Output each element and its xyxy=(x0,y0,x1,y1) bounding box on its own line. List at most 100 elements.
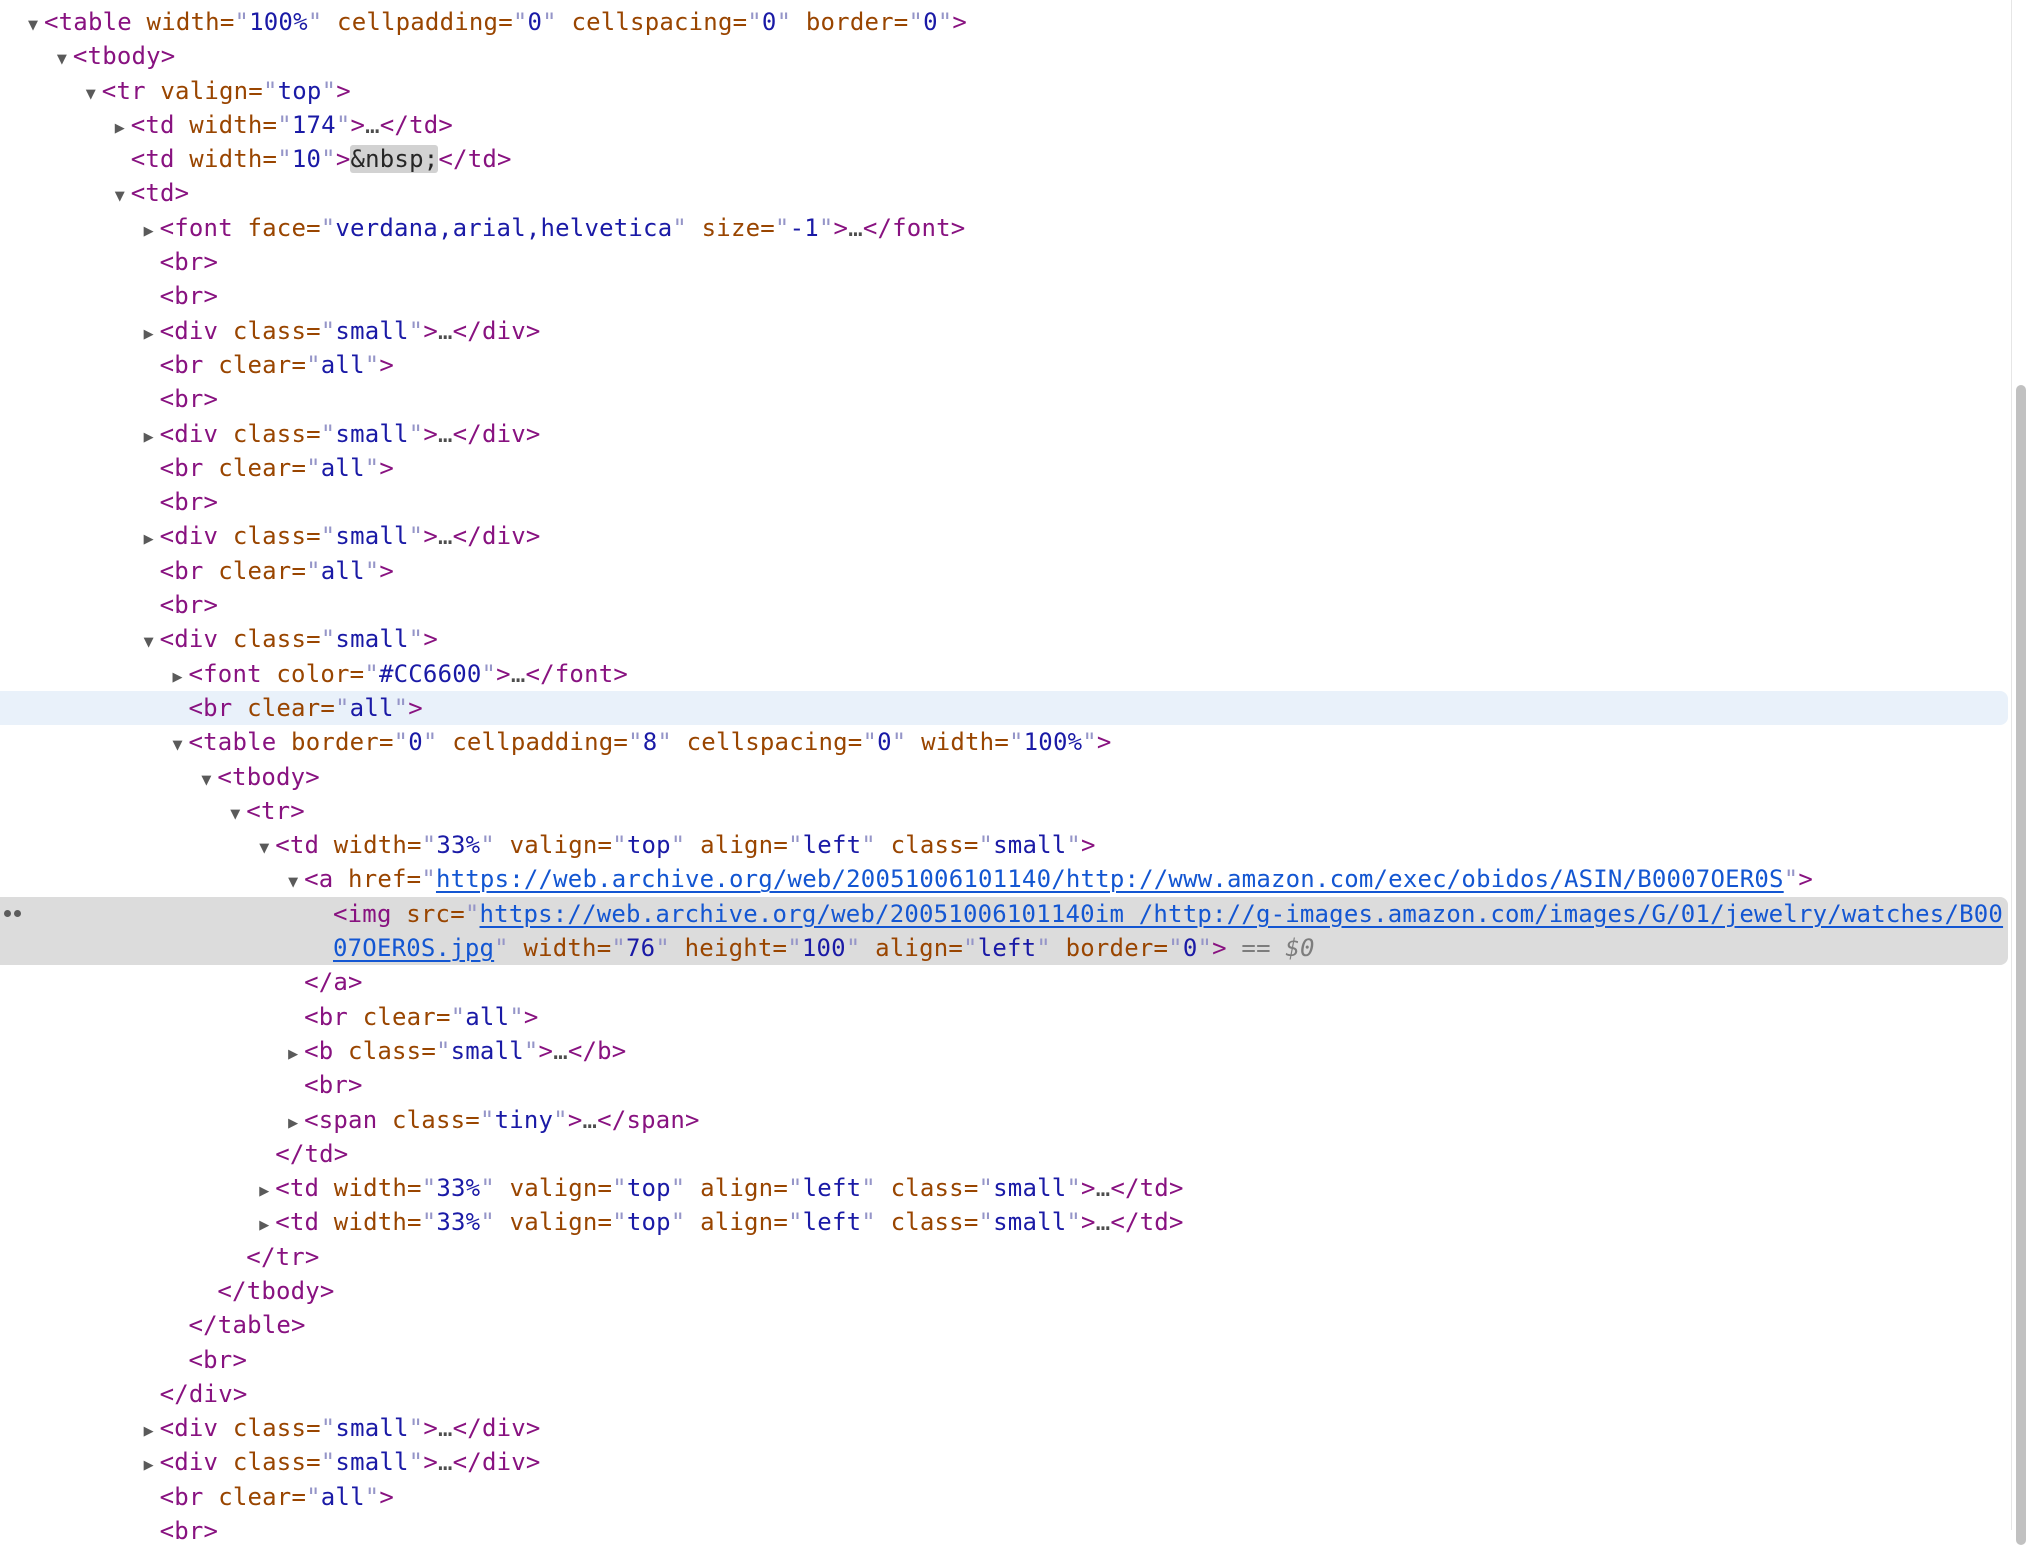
tag-token[interactable]: </div> xyxy=(453,420,541,448)
tag-token[interactable]: > xyxy=(408,694,423,722)
collapsed-content-ellipsis[interactable]: … xyxy=(582,1106,597,1134)
attr-name-token[interactable]: cellspacing xyxy=(557,8,733,36)
attr-name-token[interactable]: align xyxy=(685,1208,773,1236)
scrollbar-track[interactable] xyxy=(2011,0,2028,1530)
tag-token[interactable]: <b xyxy=(304,1037,333,1065)
attr-name-token[interactable]: class xyxy=(218,522,306,550)
attr-name-token[interactable]: class xyxy=(218,1414,306,1442)
tag-token[interactable]: </div> xyxy=(453,1414,541,1442)
attr-value-token[interactable]: 8 xyxy=(643,728,658,756)
attr-value-token[interactable]: 0 xyxy=(408,728,423,756)
collapsed-content-ellipsis[interactable]: … xyxy=(438,1414,453,1442)
tag-token[interactable]: > xyxy=(336,145,351,173)
attr-value-token[interactable]: top xyxy=(627,831,671,859)
arrow-collapsed-icon[interactable]: ▶ xyxy=(144,523,160,557)
dom-tree-node-selected[interactable]: <img src="https://web.archive.org/web/20… xyxy=(0,897,2008,931)
collapsed-content-ellipsis[interactable]: … xyxy=(511,660,526,688)
tag-token[interactable]: > xyxy=(834,214,849,242)
attr-name-token[interactable]: align xyxy=(860,934,948,962)
attr-name-token[interactable]: width xyxy=(319,1174,407,1202)
tag-token[interactable]: </td> xyxy=(438,145,511,173)
arrow-collapsed-icon[interactable]: ▶ xyxy=(259,1209,275,1243)
attr-value-token[interactable]: top xyxy=(627,1174,671,1202)
tag-token[interactable]: > xyxy=(336,77,351,105)
dom-tree-node[interactable]: ▼<td> xyxy=(0,176,2028,210)
tag-token[interactable]: <div xyxy=(160,317,219,345)
attr-value-token[interactable]: 0 xyxy=(923,8,938,36)
tag-token[interactable]: <td xyxy=(131,145,175,173)
dom-tree-node[interactable]: ▶<div class="small">…</div> xyxy=(0,314,2028,348)
dom-tree-node[interactable]: ▼<div class="small"> xyxy=(0,622,2028,656)
tag-token[interactable]: > xyxy=(423,522,438,550)
dom-tree-node[interactable]: ▼<table border="0" cellpadding="8" cells… xyxy=(0,725,2028,759)
arrow-expanded-icon[interactable]: ▼ xyxy=(230,798,246,832)
dom-tree-node[interactable]: <br clear="all"> xyxy=(0,451,2028,485)
arrow-collapsed-icon[interactable]: ▶ xyxy=(144,215,160,249)
tag-token[interactable]: <font xyxy=(189,660,262,688)
tag-token[interactable]: > xyxy=(350,111,365,139)
dom-tree-node[interactable]: <br> xyxy=(0,588,2028,622)
dom-tree-node[interactable]: <br> xyxy=(0,245,2028,279)
attr-name-token[interactable]: clear xyxy=(204,1483,292,1511)
attr-value-token[interactable]: all xyxy=(350,694,394,722)
attr-name-token[interactable]: href xyxy=(333,865,406,893)
arrow-collapsed-icon[interactable]: ▶ xyxy=(144,1415,160,1449)
arrow-collapsed-icon[interactable]: ▶ xyxy=(288,1038,304,1072)
tag-token[interactable]: </span> xyxy=(597,1106,700,1134)
attr-value-token[interactable]: verdana,arial,helvetica xyxy=(335,214,672,242)
dom-tree-node[interactable]: <br clear="all"> xyxy=(0,348,2028,382)
tag-token[interactable]: > xyxy=(1081,1174,1096,1202)
tag-token[interactable]: <br> xyxy=(160,385,219,413)
attr-value-token[interactable]: top xyxy=(627,1208,671,1236)
tag-token[interactable]: > xyxy=(539,1037,554,1065)
dom-tree-node[interactable]: ▼<a href="https://web.archive.org/web/20… xyxy=(0,862,2028,896)
tag-token[interactable]: > xyxy=(1081,1208,1096,1236)
tag-token[interactable]: </tr> xyxy=(246,1243,319,1271)
dom-tree-node[interactable]: <br> xyxy=(0,1514,2028,1548)
tag-token[interactable]: > xyxy=(379,454,394,482)
attr-value-token[interactable]: all xyxy=(321,557,365,585)
attr-name-token[interactable]: width xyxy=(319,1208,407,1236)
dom-tree-node[interactable]: ▶<b class="small">…</b> xyxy=(0,1034,2028,1068)
attr-name-token[interactable]: color xyxy=(262,660,350,688)
tag-token[interactable]: <td xyxy=(131,111,175,139)
attr-name-token[interactable]: class xyxy=(333,1037,421,1065)
dom-tree-node[interactable]: </tbody> xyxy=(0,1274,2028,1308)
tag-token[interactable]: </td> xyxy=(275,1140,348,1168)
tag-token[interactable]: </a> xyxy=(304,968,363,996)
arrow-collapsed-icon[interactable]: ▶ xyxy=(144,1449,160,1483)
dom-tree-node[interactable]: ▶<td width="33%" valign="top" align="lef… xyxy=(0,1171,2028,1205)
tag-token[interactable]: </font> xyxy=(525,660,628,688)
tag-token[interactable]: > xyxy=(1081,831,1096,859)
dom-tree-node[interactable]: <br clear="all"> xyxy=(0,1480,2028,1514)
arrow-collapsed-icon[interactable]: ▶ xyxy=(173,661,189,695)
arrow-expanded-icon[interactable]: ▼ xyxy=(173,729,189,763)
attr-value-token[interactable]: left xyxy=(978,934,1037,962)
attr-name-token[interactable]: class xyxy=(377,1106,465,1134)
attr-value-token[interactable]: small xyxy=(335,625,408,653)
attr-name-token[interactable]: class xyxy=(218,1448,306,1476)
collapsed-content-ellipsis[interactable]: … xyxy=(365,111,380,139)
tag-token[interactable]: </tbody> xyxy=(217,1277,334,1305)
tag-token[interactable]: </td> xyxy=(1110,1208,1183,1236)
tag-token[interactable]: > xyxy=(423,317,438,345)
dom-tree-node[interactable]: </tr> xyxy=(0,1240,2028,1274)
tag-token[interactable]: <table xyxy=(189,728,277,756)
tag-token[interactable]: > xyxy=(524,1003,539,1031)
arrow-collapsed-icon[interactable]: ▶ xyxy=(288,1107,304,1141)
tag-token[interactable]: </b> xyxy=(568,1037,627,1065)
tag-token[interactable]: > xyxy=(379,351,394,379)
attr-value-token[interactable]: small xyxy=(335,1414,408,1442)
tag-token[interactable]: </div> xyxy=(160,1380,248,1408)
arrow-collapsed-icon[interactable]: ▶ xyxy=(259,1175,275,1209)
attr-value-token[interactable]: 100 xyxy=(802,934,846,962)
attr-name-token[interactable]: valign xyxy=(495,831,598,859)
tag-token[interactable]: <div xyxy=(160,420,219,448)
dom-tree-node-selected[interactable]: 07OER0S.jpg" width="76" height="100" ali… xyxy=(0,931,2008,965)
arrow-collapsed-icon[interactable]: ▶ xyxy=(115,112,131,146)
dom-tree-node[interactable]: <br clear="all"> xyxy=(0,1000,2028,1034)
attr-name-token[interactable]: width xyxy=(509,934,597,962)
dom-tree-node[interactable]: ▼<tr> xyxy=(0,794,2028,828)
attr-value-token[interactable]: top xyxy=(278,77,322,105)
tag-token[interactable]: <tr> xyxy=(246,797,305,825)
